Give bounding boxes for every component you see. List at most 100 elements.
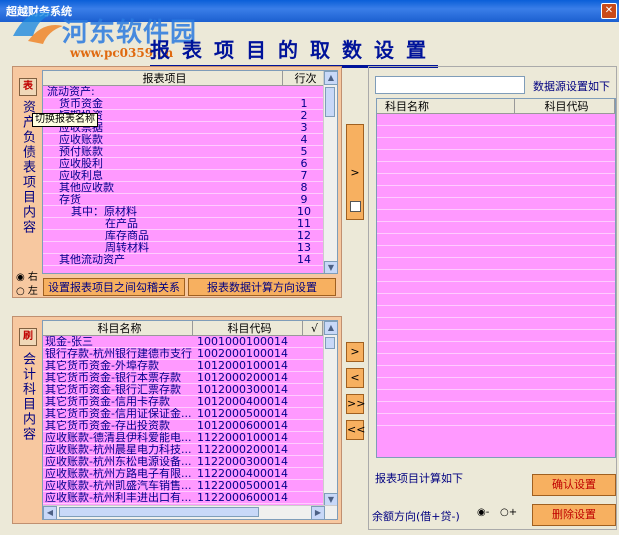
- table-row[interactable]: [377, 114, 615, 126]
- radio-left-icon[interactable]: ○: [16, 286, 25, 297]
- radio-minus-icon[interactable]: ◉: [477, 507, 486, 518]
- delete-button[interactable]: 删除设置: [532, 504, 616, 526]
- table-row[interactable]: 应收账款-杭州东松电源设备... 1122000300014: [43, 456, 325, 468]
- row-check[interactable]: [303, 384, 323, 395]
- scroll-thumb[interactable]: [325, 337, 335, 349]
- table-row[interactable]: 库存商品 12: [43, 230, 325, 242]
- table-row[interactable]: 现金-张三 1001000100014: [43, 336, 325, 348]
- row-check[interactable]: [303, 432, 323, 443]
- table-row[interactable]: 其他应收款 8: [43, 182, 325, 194]
- table-row[interactable]: 货币资金 1: [43, 98, 325, 110]
- row-check[interactable]: [303, 492, 323, 503]
- table-switch-icon[interactable]: 表: [19, 78, 37, 96]
- add-all-button[interactable]: >>: [346, 394, 365, 414]
- row-check[interactable]: [303, 444, 323, 455]
- scroll-up-icon[interactable]: ▲: [324, 321, 337, 335]
- table-row[interactable]: [377, 318, 615, 330]
- table-row[interactable]: [377, 414, 615, 426]
- radio-right[interactable]: ◉ 右: [16, 268, 38, 283]
- table-row[interactable]: 其它货币资金-存出投资款 1012000600014: [43, 420, 325, 432]
- table-row[interactable]: [377, 186, 615, 198]
- data-source-input[interactable]: [375, 76, 525, 94]
- scroll-down-icon[interactable]: ▼: [324, 261, 337, 273]
- row-check[interactable]: [303, 468, 323, 479]
- table-row[interactable]: 预付账款 5: [43, 146, 325, 158]
- radio-minus[interactable]: ◉-: [477, 507, 489, 518]
- table-row[interactable]: [377, 258, 615, 270]
- table-row[interactable]: 流动资产:: [43, 86, 325, 98]
- row-check[interactable]: [303, 348, 323, 359]
- table-row[interactable]: [377, 246, 615, 258]
- row-check[interactable]: [303, 480, 323, 491]
- table-row[interactable]: 其他流动资产 14: [43, 254, 325, 266]
- set-relation-button[interactable]: 设置报表项目之间勾稽关系: [43, 278, 185, 296]
- table-row[interactable]: [377, 234, 615, 246]
- table-row[interactable]: [377, 354, 615, 366]
- table-row[interactable]: [377, 198, 615, 210]
- refresh-icon[interactable]: 刷: [19, 328, 37, 346]
- table-row[interactable]: [377, 222, 615, 234]
- close-button[interactable]: ✕: [601, 3, 617, 19]
- table-row[interactable]: 其它货币资金-外埠存款 1012000100014: [43, 360, 325, 372]
- radio-plus-icon[interactable]: ○: [500, 507, 509, 518]
- add-button[interactable]: >: [346, 342, 364, 362]
- table-row[interactable]: [377, 366, 615, 378]
- vertical-scrollbar[interactable]: ▲ ▼: [323, 321, 337, 507]
- row-check[interactable]: [303, 408, 323, 419]
- vertical-scrollbar[interactable]: ▲ ▼: [323, 71, 337, 273]
- scroll-thumb[interactable]: [325, 87, 335, 117]
- confirm-button[interactable]: 确认设置: [532, 474, 616, 496]
- table-row[interactable]: [377, 126, 615, 138]
- table-row[interactable]: 应收账款 4: [43, 134, 325, 146]
- table-row[interactable]: [377, 282, 615, 294]
- table-row[interactable]: [377, 210, 615, 222]
- table-row[interactable]: [377, 150, 615, 162]
- table-row[interactable]: [377, 330, 615, 342]
- row-check[interactable]: [303, 372, 323, 383]
- table-row[interactable]: [377, 162, 615, 174]
- table-row[interactable]: 应收股利 6: [43, 158, 325, 170]
- table-row[interactable]: [377, 270, 615, 282]
- table-row[interactable]: [377, 378, 615, 390]
- scroll-thumb[interactable]: [59, 507, 259, 517]
- row-account-name: 其它货币资金-银行本票存款: [45, 372, 181, 383]
- row-check[interactable]: [303, 336, 323, 347]
- table-row[interactable]: 其中：原材料 10: [43, 206, 325, 218]
- table-row[interactable]: [377, 138, 615, 150]
- radio-plus[interactable]: ○+: [500, 507, 517, 518]
- scroll-left-icon[interactable]: ◀: [43, 506, 57, 519]
- table-row[interactable]: [377, 342, 615, 354]
- remove-button[interactable]: <: [346, 368, 364, 388]
- table-row[interactable]: 其它货币资金-银行本票存款 1012000200014: [43, 372, 325, 384]
- table-row[interactable]: [377, 174, 615, 186]
- table-row[interactable]: 应收账款-杭州方路电子有限... 1122000400014: [43, 468, 325, 480]
- checkbox[interactable]: [350, 201, 361, 212]
- row-check[interactable]: [303, 396, 323, 407]
- remove-all-button[interactable]: <<: [346, 420, 365, 440]
- table-row[interactable]: 应收利息 7: [43, 170, 325, 182]
- table-row[interactable]: 其它货币资金-信用卡存款 1012000400014: [43, 396, 325, 408]
- row-item-order: [283, 86, 325, 97]
- table-row[interactable]: 其它货币资金-信用证保证金... 1012000500014: [43, 408, 325, 420]
- row-check[interactable]: [303, 360, 323, 371]
- table-row[interactable]: 存货 9: [43, 194, 325, 206]
- radio-left[interactable]: ○ 左: [16, 282, 38, 297]
- table-row[interactable]: 其它货币资金-银行汇票存款 1012000300014: [43, 384, 325, 396]
- table-row[interactable]: 应收账款-杭州利丰进出口有... 1122000600014: [43, 492, 325, 504]
- table-row[interactable]: 应收账款-杭州凯盛汽车销售... 1122000500014: [43, 480, 325, 492]
- horizontal-scrollbar[interactable]: ◀ ▶: [43, 505, 337, 519]
- table-row[interactable]: 应收账款-杭州晨星电力科技... 1122000200014: [43, 444, 325, 456]
- table-row[interactable]: [377, 390, 615, 402]
- scroll-up-icon[interactable]: ▲: [324, 71, 337, 85]
- calc-direction-button[interactable]: 报表数据计算方向设置: [188, 278, 336, 296]
- row-check[interactable]: [303, 420, 323, 431]
- table-row[interactable]: 银行存款-杭州银行建德市支行 1002000100014: [43, 348, 325, 360]
- row-check[interactable]: [303, 456, 323, 467]
- scroll-right-icon[interactable]: ▶: [311, 506, 325, 519]
- table-row[interactable]: 在产品 11: [43, 218, 325, 230]
- table-row[interactable]: [377, 306, 615, 318]
- table-row[interactable]: 应收账款-德清县伊科爱能电... 1122000100014: [43, 432, 325, 444]
- table-row[interactable]: [377, 294, 615, 306]
- table-row[interactable]: 周转材料 13: [43, 242, 325, 254]
- table-row[interactable]: [377, 402, 615, 414]
